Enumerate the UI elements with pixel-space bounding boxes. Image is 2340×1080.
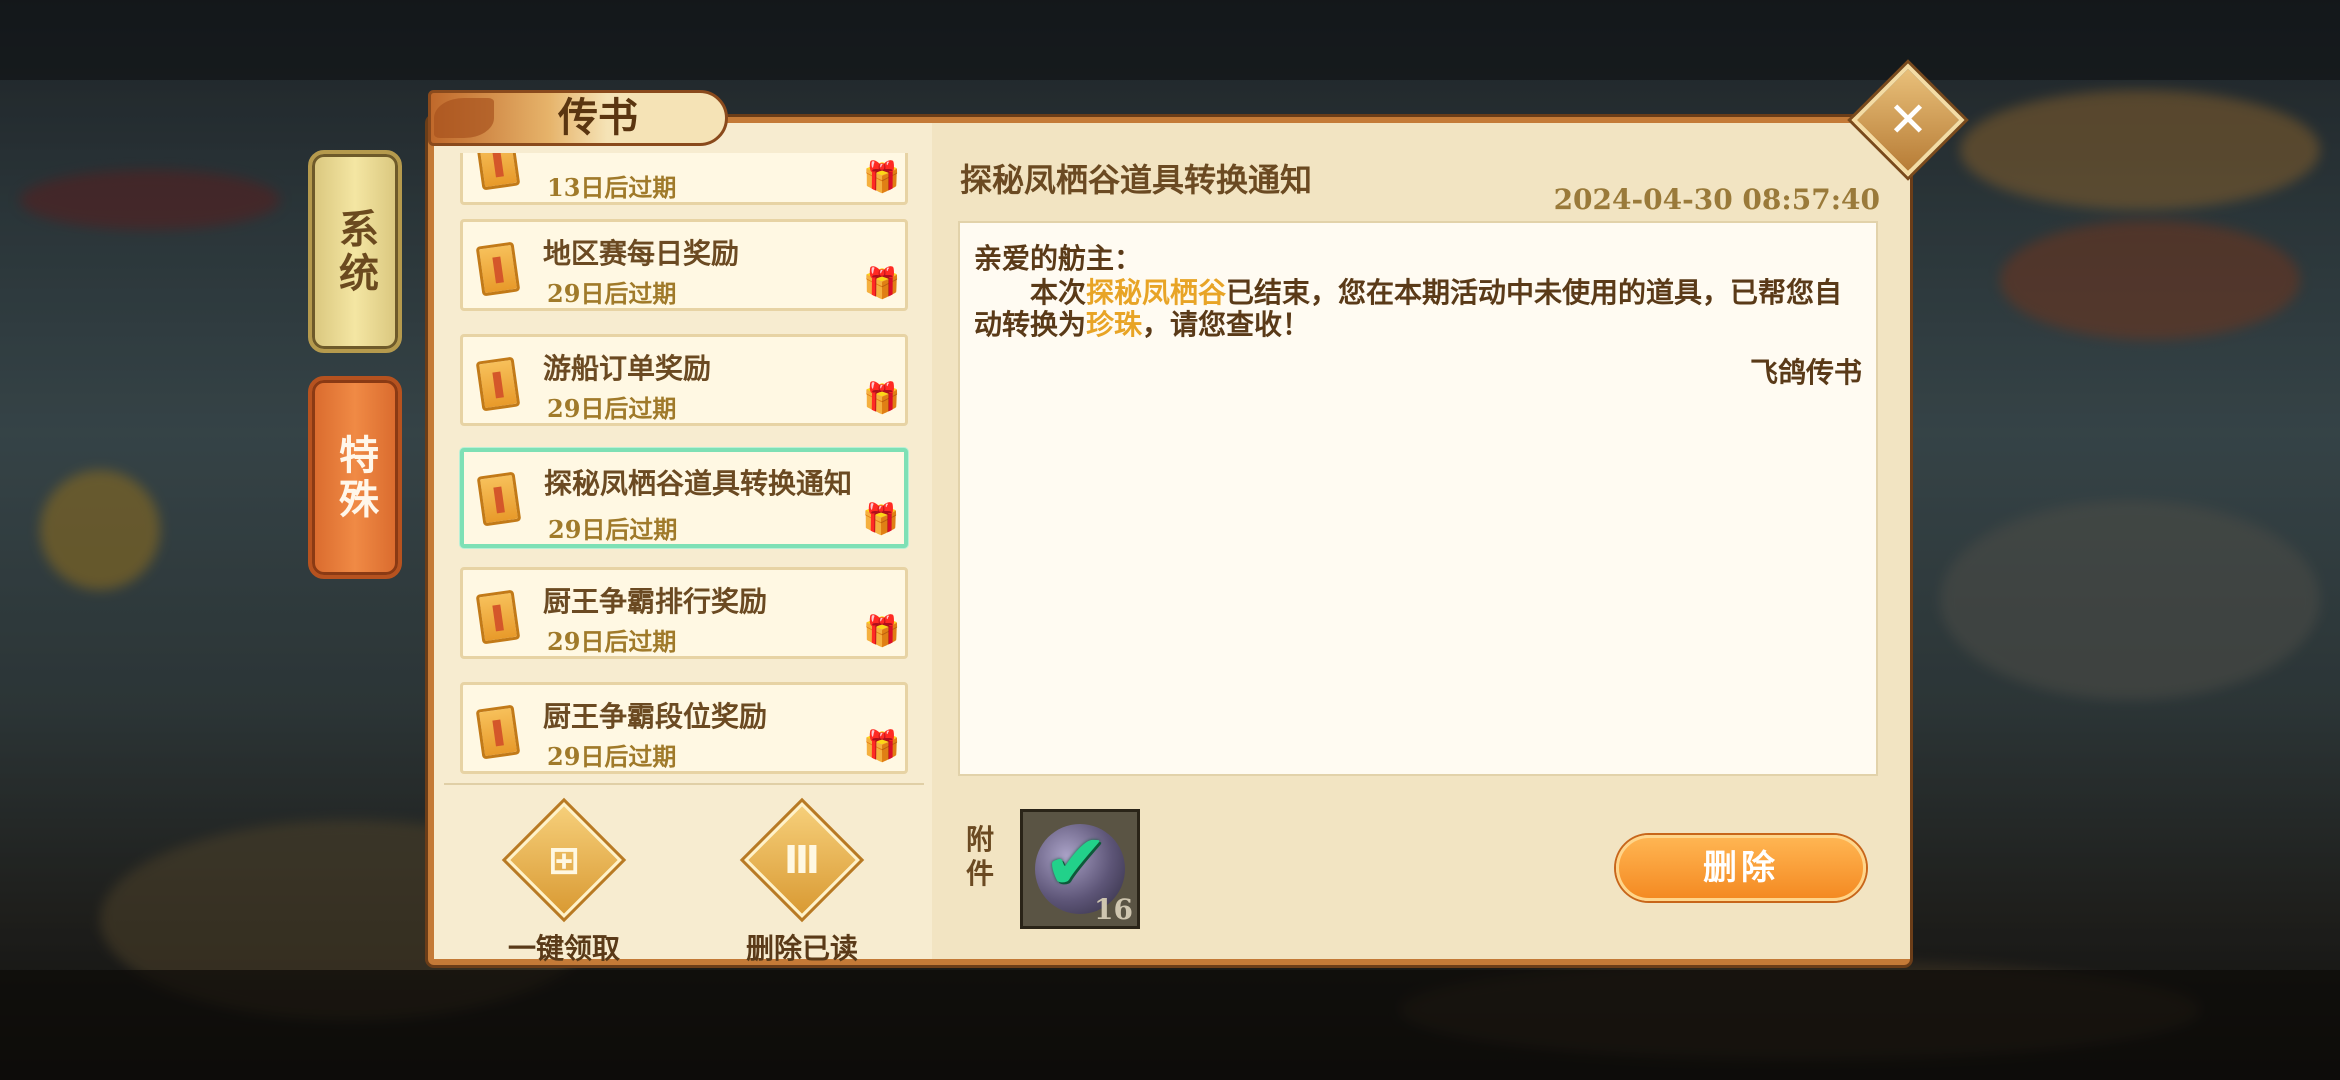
gift-icon: 🎁 [863,381,901,416]
message-body-text: ，请您查收！ [1142,308,1311,341]
panel-title: 传书 [558,94,638,141]
mail-item-name: 厨王争霸段位奖励 [543,700,768,733]
message-date: 2024-04-30 08:57:40 [1553,183,1880,216]
mail-item-expiry: 29日后过期 [547,742,677,771]
tab-system-label: 系统 [332,207,379,296]
tab-special[interactable]: 特殊 [308,376,402,579]
claim-all-label: 一键领取 [507,932,620,965]
tab-system[interactable]: 系统 [308,150,402,353]
divider [444,783,924,785]
mail-item-selected[interactable]: 探秘凤栖谷道具转换通知 29日后过期 🎁 [460,448,908,548]
envelope-icon [475,589,521,645]
message-highlight-event: 探秘凤栖谷 [1086,276,1227,309]
message-signature: 飞鸽传书 [1749,356,1862,389]
delete-read-label: 删除已读 [745,932,858,965]
message-greeting: 亲爱的舫主： [974,242,1143,275]
mail-item-expiry: 29日后过期 [548,515,678,544]
mail-item[interactable]: 厨王争霸段位奖励 29日后过期 🎁 [460,682,908,774]
trash-icon: Ⅲ [744,802,860,918]
mail-item[interactable]: 13日后过期 🎁 [460,153,908,205]
mail-item-name: 厨王争霸排行奖励 [543,585,768,618]
gift-icon: 🎁 [863,160,901,195]
gift-icon: 🎁 [863,729,901,764]
envelope-icon [476,471,522,527]
message-title: 探秘凤栖谷道具转换通知 [960,161,1313,199]
attachment-label: 附件 [966,823,995,890]
envelope-icon [475,241,521,297]
message-highlight-item: 珍珠 [1086,308,1143,341]
envelope-icon [475,356,521,412]
mail-list[interactable]: 13日后过期 🎁 地区赛每日奖励 29日后过期 🎁 游船订单奖励 29日后过期 … [444,153,914,783]
mail-item[interactable]: 地区赛每日奖励 29日后过期 🎁 [460,219,908,311]
message-body-text: 本次 [1030,276,1087,309]
mail-item-name: 地区赛每日奖励 [543,237,740,270]
message-body: 本次探秘凤栖谷已结束，您在本期活动中未使用的道具，已帮您自动转换为珍珠，请您查收… [974,277,1862,341]
claim-all-button[interactable]: ⊞ 一键领取 [484,802,644,967]
mail-item-expiry: 13日后过期 [547,173,677,202]
mail-panel: 13日后过期 🎁 地区赛每日奖励 29日后过期 🎁 游船订单奖励 29日后过期 … [428,117,1910,965]
leaf-icon [434,98,494,138]
close-icon[interactable]: ✕ [1868,80,1948,160]
claim-all-icon: ⊞ [506,802,622,918]
gift-icon: 🎁 [863,266,901,301]
attachment-item[interactable]: ✔ 16 [1020,809,1140,929]
mail-item[interactable]: 厨王争霸排行奖励 29日后过期 🎁 [460,567,908,659]
mail-item-expiry: 29日后过期 [547,394,677,423]
delete-read-button[interactable]: Ⅲ 删除已读 [722,802,882,967]
panel-title-tag: 传书 [428,86,728,148]
gift-icon: 🎁 [863,614,901,649]
delete-button[interactable]: 删除 [1616,835,1866,901]
mail-item-expiry: 29日后过期 [547,279,677,308]
envelope-icon [475,704,521,760]
mail-list-column: 13日后过期 🎁 地区赛每日奖励 29日后过期 🎁 游船订单奖励 29日后过期 … [434,123,932,965]
message-detail: 探秘凤栖谷道具转换通知 2024-04-30 08:57:40 亲爱的舫主： 本… [932,123,1910,959]
envelope-icon [475,153,521,191]
mail-item-expiry: 29日后过期 [547,627,677,656]
attachment-quantity: 16 [1094,893,1133,926]
tab-special-label: 特殊 [332,433,379,522]
mail-item-name: 探秘凤栖谷道具转换通知 [544,467,853,500]
message-body-box: 亲爱的舫主： 本次探秘凤栖谷已结束，您在本期活动中未使用的道具，已帮您自动转换为… [958,221,1878,776]
mail-item-name: 游船订单奖励 [543,352,712,385]
mail-item[interactable]: 游船订单奖励 29日后过期 🎁 [460,334,908,426]
gift-icon: 🎁 [862,502,900,537]
